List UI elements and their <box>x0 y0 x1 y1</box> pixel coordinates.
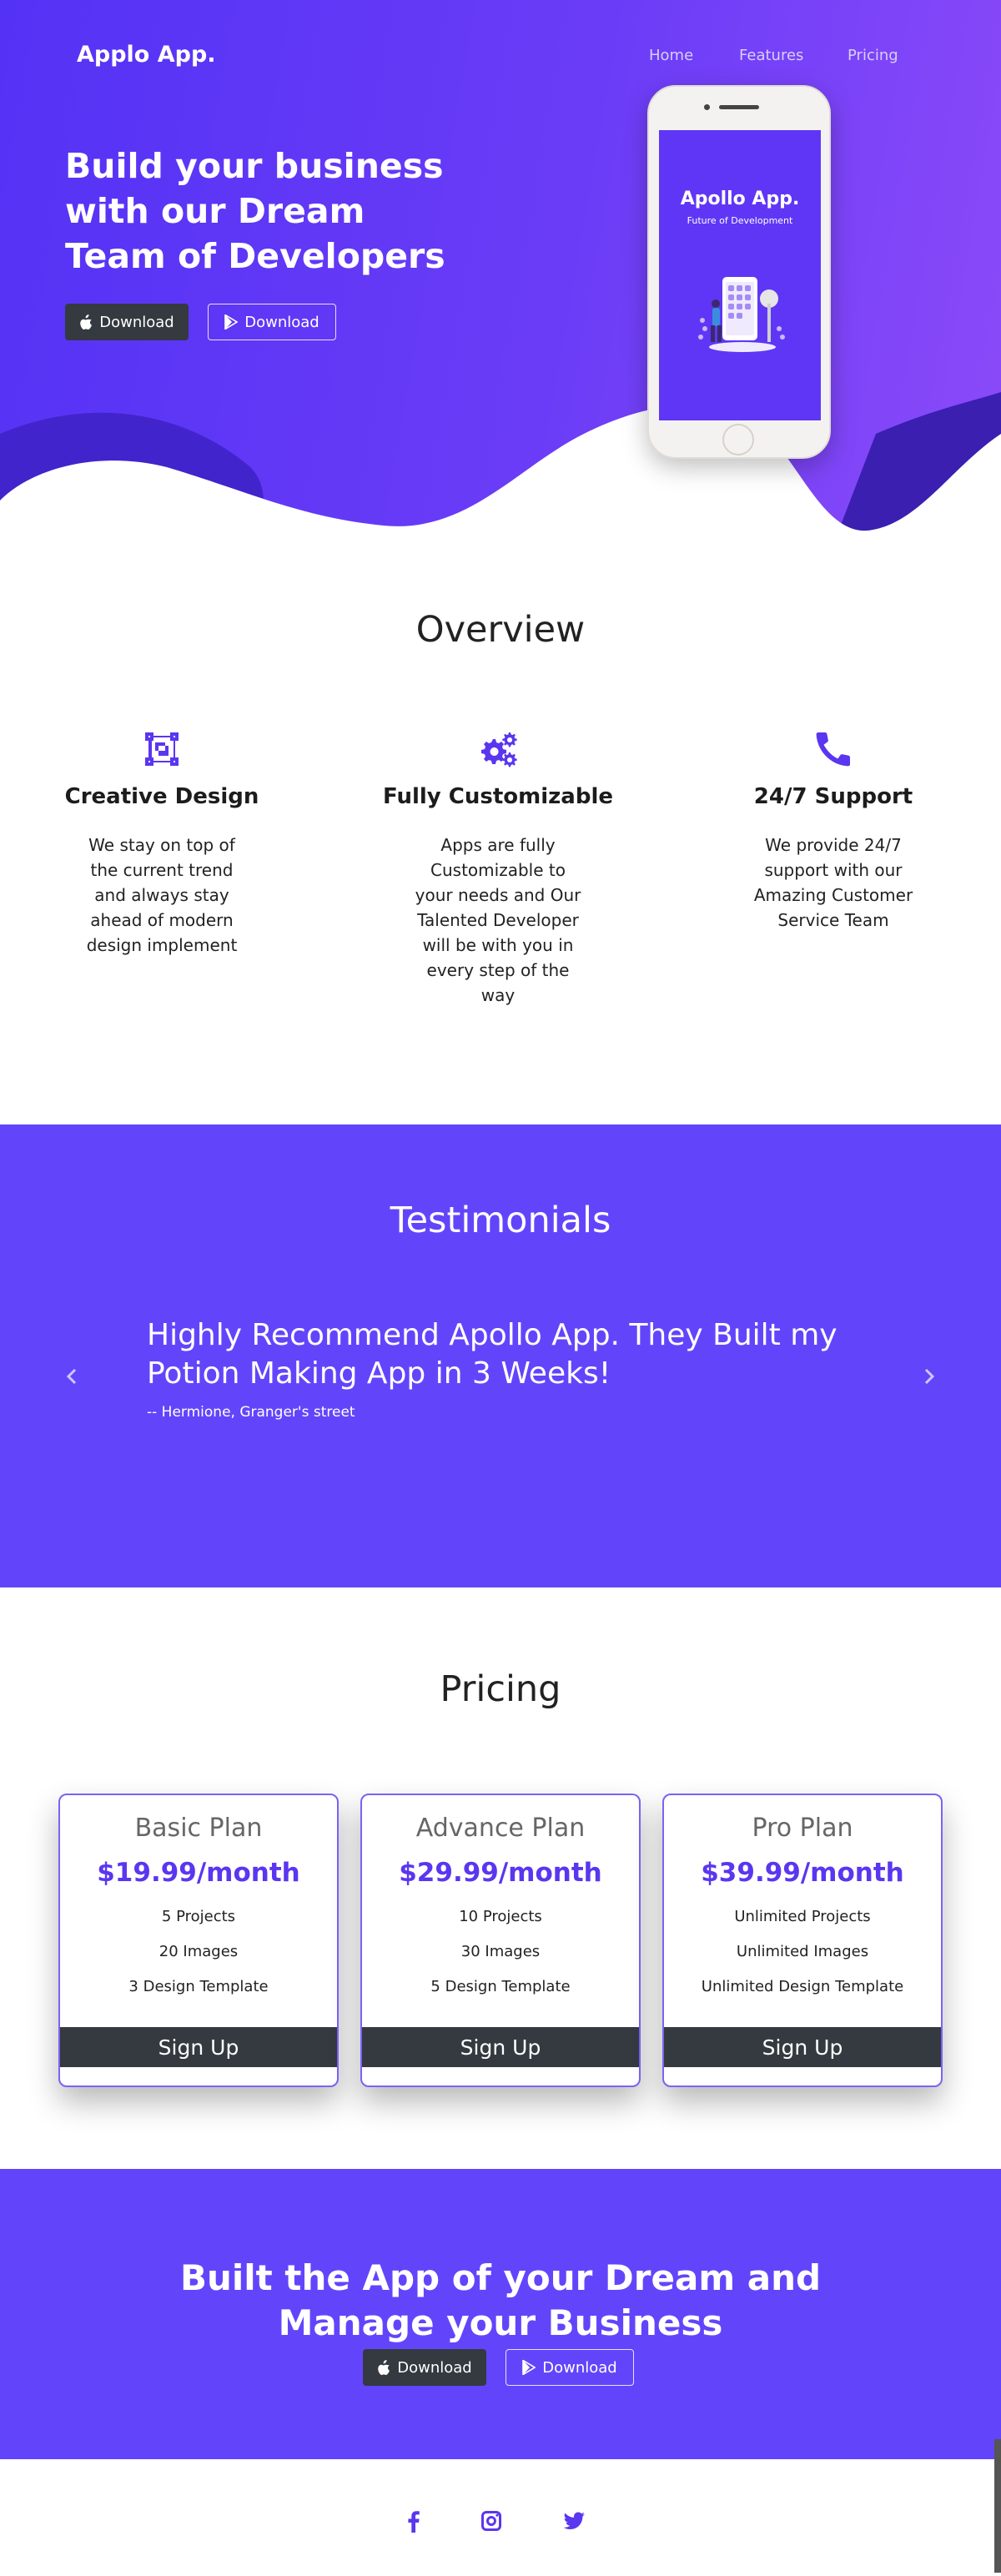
feature-creative-design: Creative Design We stay on top of the cu… <box>37 729 287 958</box>
twitter-link[interactable] <box>561 2508 586 2533</box>
cogs-icon <box>478 729 518 769</box>
nav-pricing[interactable]: Pricing <box>848 47 898 64</box>
feature-text: We stay on top of the current trend and … <box>86 835 238 955</box>
plan-price: $29.99/month <box>399 1858 602 1888</box>
phone-speaker <box>719 105 759 109</box>
instagram-icon <box>481 2511 501 2531</box>
plan-feature: 20 Images <box>158 1943 239 1960</box>
cta-download-apple-button[interactable]: Download <box>363 2349 486 2386</box>
nav-home[interactable]: Home <box>649 47 693 64</box>
phone-home-button <box>722 424 754 455</box>
plan-name: Basic Plan <box>134 1814 263 1843</box>
carousel-prev-button[interactable] <box>63 1366 80 1386</box>
play-store-icon <box>522 2360 536 2375</box>
plan-features: Unlimited Projects Unlimited Images Unli… <box>664 1899 941 2005</box>
testimonial-author: -- Hermione, Granger's street <box>147 1404 355 1421</box>
download-apple-label: Download <box>99 313 174 331</box>
pricing-card-basic: Basic Plan $19.99/month 5 Projects 20 Im… <box>58 1794 339 2087</box>
plan-name: Advance Plan <box>415 1814 586 1843</box>
download-play-button[interactable]: Download <box>208 304 336 340</box>
carousel-next-button[interactable] <box>921 1366 938 1386</box>
feature-title: 24/7 Support <box>753 784 913 809</box>
app-illustration-icon <box>698 277 785 352</box>
feature-support: 24/7 Support We provide 24/7 support wit… <box>708 729 958 933</box>
testimonials-section: Testimonials Highly Recommend Apollo App… <box>0 1124 1001 1587</box>
plan-features: 5 Projects 20 Images 3 Design Template <box>60 1899 337 2005</box>
phone-icon <box>813 729 853 769</box>
hero-section: Applo App. Home Features Pricing Build y… <box>0 0 1001 542</box>
play-store-icon <box>224 314 239 330</box>
cta-headline-line: Built the App of your Dream and <box>179 2257 822 2298</box>
plan-feature: 5 Design Template <box>430 1978 571 1995</box>
hero-headline-line: Team of Developers <box>65 236 445 276</box>
feature-title: Creative Design <box>64 784 259 809</box>
plan-price: $19.99/month <box>97 1858 300 1888</box>
hero-headline-line: Build your business <box>65 146 444 186</box>
phone-mockup: Apollo App. Future of Development <box>647 85 831 459</box>
design-icon <box>142 729 182 769</box>
pricing-card-advance: Advance Plan $29.99/month 10 Projects 30… <box>360 1794 641 2087</box>
apple-icon <box>80 314 93 330</box>
feature-text: Apps are fully Customizable to your need… <box>415 835 581 1005</box>
signup-button[interactable]: Sign Up <box>664 2027 941 2067</box>
pricing-card-pro: Pro Plan $39.99/month Unlimited Projects… <box>662 1794 943 2087</box>
plan-name: Pro Plan <box>752 1814 853 1843</box>
cta-headline-line: Manage your Business <box>278 2302 723 2343</box>
signup-button[interactable]: Sign Up <box>60 2027 337 2067</box>
facebook-link[interactable] <box>401 2508 426 2533</box>
twitter-icon <box>563 2512 585 2529</box>
signup-button[interactable]: Sign Up <box>362 2027 639 2067</box>
phone-app-title: Apollo App. <box>680 189 800 209</box>
testimonials-title: Testimonials <box>390 1200 611 1241</box>
brand-logo[interactable]: Applo App. <box>77 42 216 68</box>
cta-download-play-button[interactable]: Download <box>506 2349 634 2386</box>
plan-feature: 10 Projects <box>459 1908 542 1925</box>
hero-headline: Build your business with our Dream Team … <box>65 143 532 279</box>
feature-text: We provide 24/7 support with our Amazing… <box>753 835 913 930</box>
instagram-link[interactable] <box>479 2508 504 2533</box>
feature-title: Fully Customizable <box>383 784 613 809</box>
plan-features: 10 Projects 30 Images 5 Design Template <box>362 1899 639 2005</box>
cta-headline: Built the App of your Dream and Manage y… <box>0 2256 1001 2346</box>
overview-title: Overview <box>415 609 586 651</box>
facebook-icon <box>408 2511 420 2533</box>
plan-feature: 3 Design Template <box>128 1978 269 1995</box>
plan-price: $39.99/month <box>701 1858 904 1888</box>
plan-feature: 5 Projects <box>161 1908 236 1925</box>
page-scrollbar-thumb[interactable] <box>994 2439 1001 2573</box>
nav-features[interactable]: Features <box>739 47 803 64</box>
plan-feature: Unlimited Projects <box>734 1908 871 1925</box>
plan-feature: 30 Images <box>460 1943 541 1960</box>
chevron-left-icon <box>66 1368 77 1385</box>
testimonial-quote: Highly Recommend Apollo App. They Built … <box>147 1318 838 1391</box>
hero-headline-line: with our Dream <box>65 191 365 231</box>
download-apple-label: Download <box>397 2358 472 2377</box>
download-play-label: Download <box>542 2358 617 2377</box>
phone-screen: Apollo App. Future of Development <box>659 130 821 420</box>
plan-feature: Unlimited Images <box>736 1943 869 1960</box>
apple-icon <box>378 2360 390 2375</box>
cta-section: Built the App of your Dream and Manage y… <box>0 2169 1001 2459</box>
phone-app-subtitle: Future of Development <box>687 215 793 226</box>
chevron-right-icon <box>924 1368 935 1385</box>
phone-camera <box>704 104 710 110</box>
download-apple-button[interactable]: Download <box>65 304 189 340</box>
download-play-label: Download <box>244 313 319 331</box>
pricing-title: Pricing <box>440 1668 561 1710</box>
feature-fully-customizable: Fully Customizable Apps are fully Custom… <box>373 729 623 1008</box>
plan-feature: Unlimited Design Template <box>701 1978 904 1995</box>
